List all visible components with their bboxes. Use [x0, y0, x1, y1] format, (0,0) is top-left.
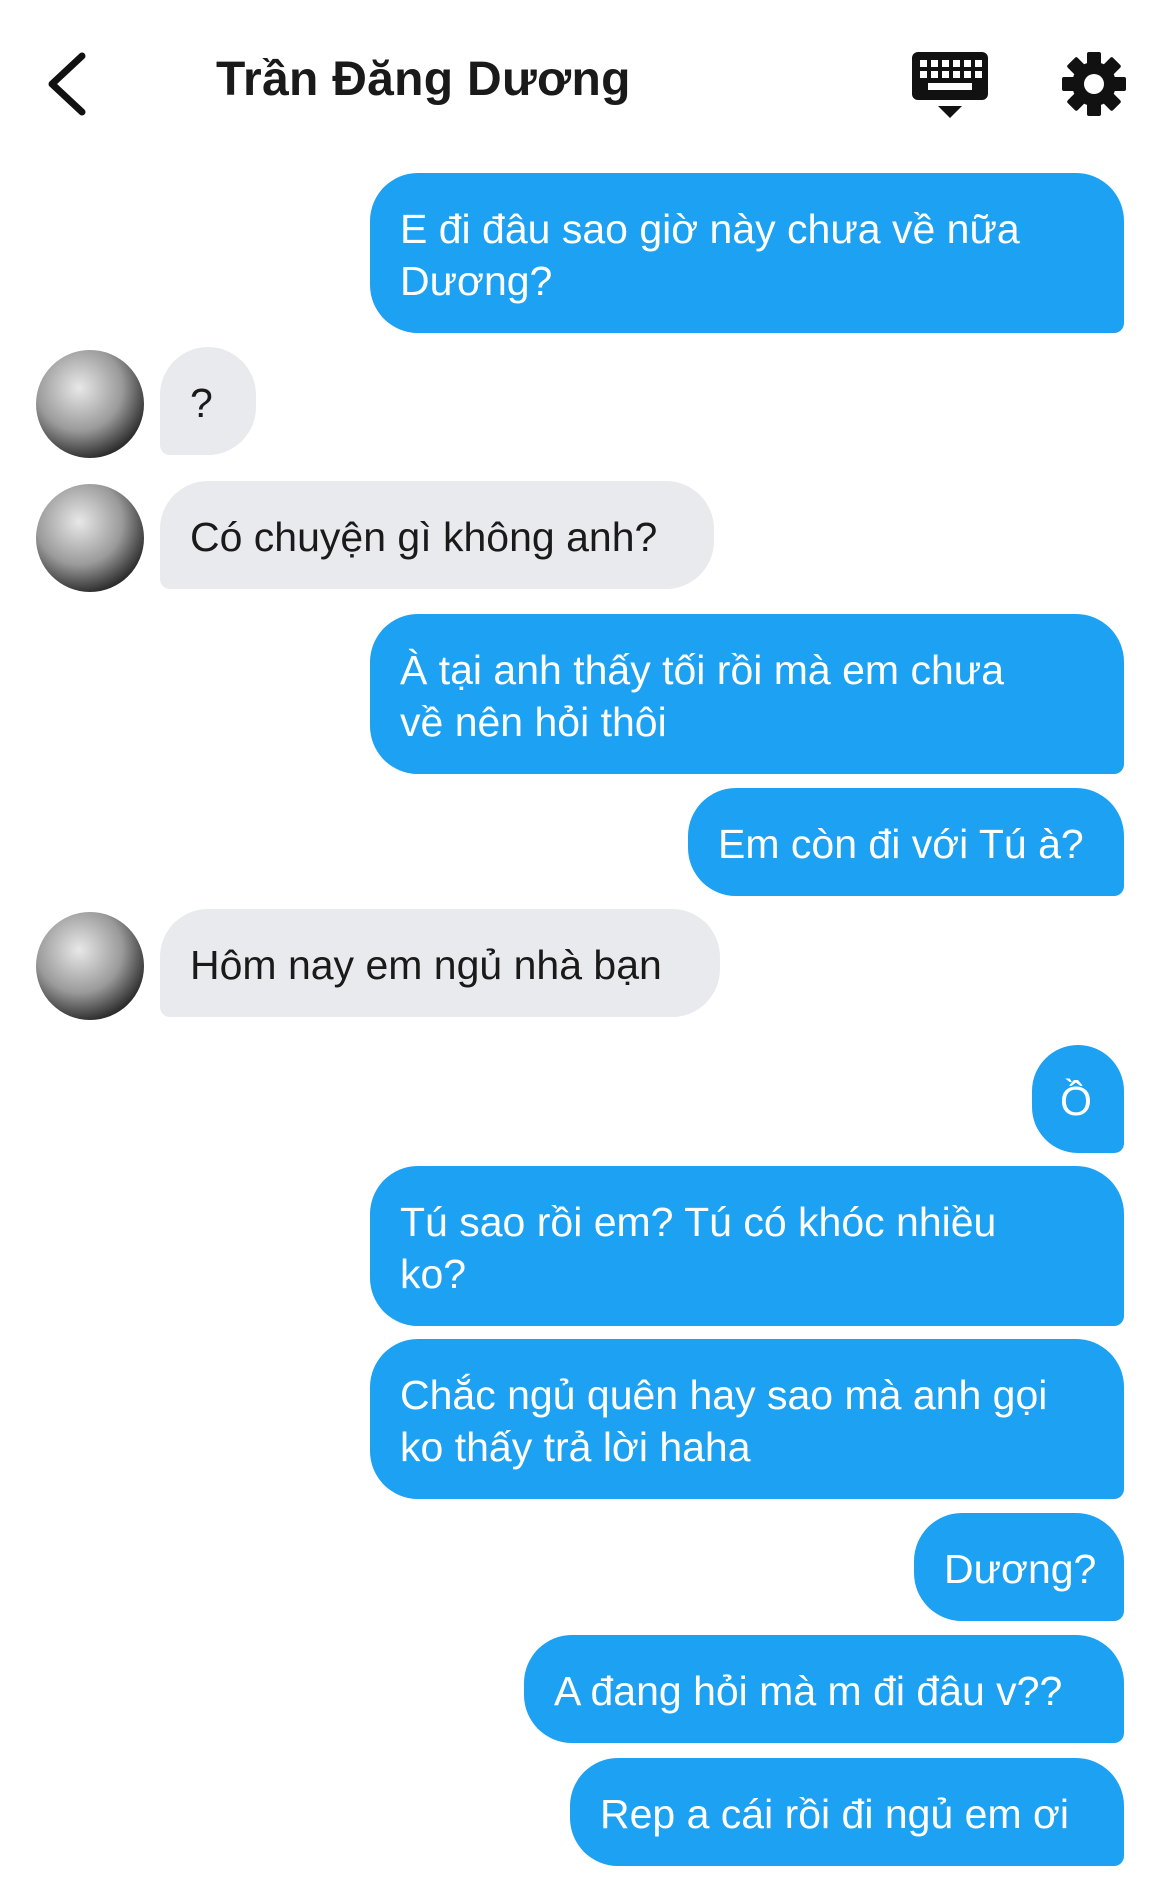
message-outgoing[interactable]: Chắc ngủ quên hay sao mà anh gọi ko thấy…: [370, 1339, 1124, 1499]
message-outgoing[interactable]: Rep a cái rồi đi ngủ em ơi: [570, 1758, 1124, 1866]
avatar[interactable]: [36, 484, 144, 592]
message-outgoing[interactable]: Em còn đi với Tú à?: [688, 788, 1124, 896]
message-outgoing[interactable]: A đang hỏi mà m đi đâu v??: [524, 1635, 1124, 1743]
message-incoming[interactable]: Có chuyện gì không anh?: [160, 481, 714, 589]
gear-icon: [1062, 52, 1126, 116]
back-button[interactable]: [38, 48, 94, 120]
avatar[interactable]: [36, 350, 144, 458]
message-incoming[interactable]: ?: [160, 347, 256, 455]
message-outgoing[interactable]: Ồ: [1032, 1045, 1124, 1153]
keyboard-button[interactable]: [910, 50, 990, 122]
message-outgoing[interactable]: E đi đâu sao giờ này chưa về nữa Dương?: [370, 173, 1124, 333]
keyboard-icon: [912, 52, 988, 118]
message-incoming[interactable]: Hôm nay em ngủ nhà bạn: [160, 909, 720, 1017]
avatar[interactable]: [36, 912, 144, 1020]
message-outgoing[interactable]: À tại anh thấy tối rồi mà em chưa về nên…: [370, 614, 1124, 774]
message-outgoing[interactable]: Dương?: [914, 1513, 1124, 1621]
conversation-title: Trần Đăng Dương: [216, 53, 631, 106]
chevron-left-icon: [48, 52, 86, 116]
chat-screen: Trần Đăng Dương E đi đâu sao giờ này chư…: [0, 0, 1170, 1901]
message-outgoing[interactable]: Tú sao rồi em? Tú có khóc nhiều ko?: [370, 1166, 1124, 1326]
chat-header: Trần Đăng Dương: [0, 0, 1170, 160]
settings-button[interactable]: [1060, 50, 1128, 118]
